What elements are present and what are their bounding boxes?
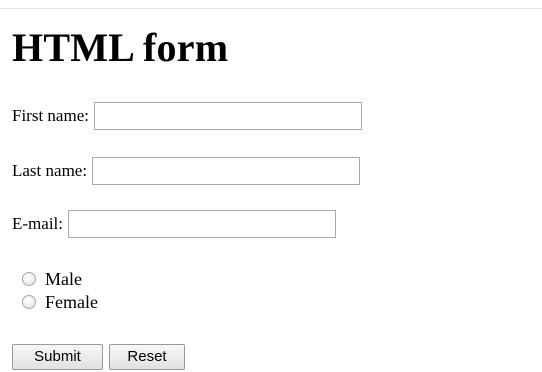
first-name-row: First name: xyxy=(12,101,362,131)
button-row: Submit Reset xyxy=(12,344,185,370)
page: HTML form First name: Last name: E-mail:… xyxy=(0,0,542,372)
page-title: HTML form xyxy=(12,25,229,70)
first-name-label: First name: xyxy=(12,106,89,125)
radio-male[interactable]: Male xyxy=(22,268,82,290)
radio-female[interactable]: Female xyxy=(22,291,98,313)
last-name-input[interactable] xyxy=(92,157,361,185)
last-name-label: Last name: xyxy=(12,161,88,180)
email-label: E-mail: xyxy=(12,214,63,233)
first-name-input[interactable] xyxy=(93,102,362,130)
radio-female-button[interactable] xyxy=(22,295,36,309)
radio-female-label: Female xyxy=(45,292,98,312)
radio-male-button[interactable] xyxy=(22,272,36,286)
last-name-row: Last name: xyxy=(12,156,361,186)
email-input[interactable] xyxy=(67,210,336,238)
reset-button[interactable]: Reset xyxy=(109,344,185,370)
submit-button[interactable]: Submit xyxy=(12,344,103,370)
radio-male-label: Male xyxy=(45,269,82,289)
top-divider xyxy=(0,8,542,9)
email-row: E-mail: xyxy=(12,209,336,239)
